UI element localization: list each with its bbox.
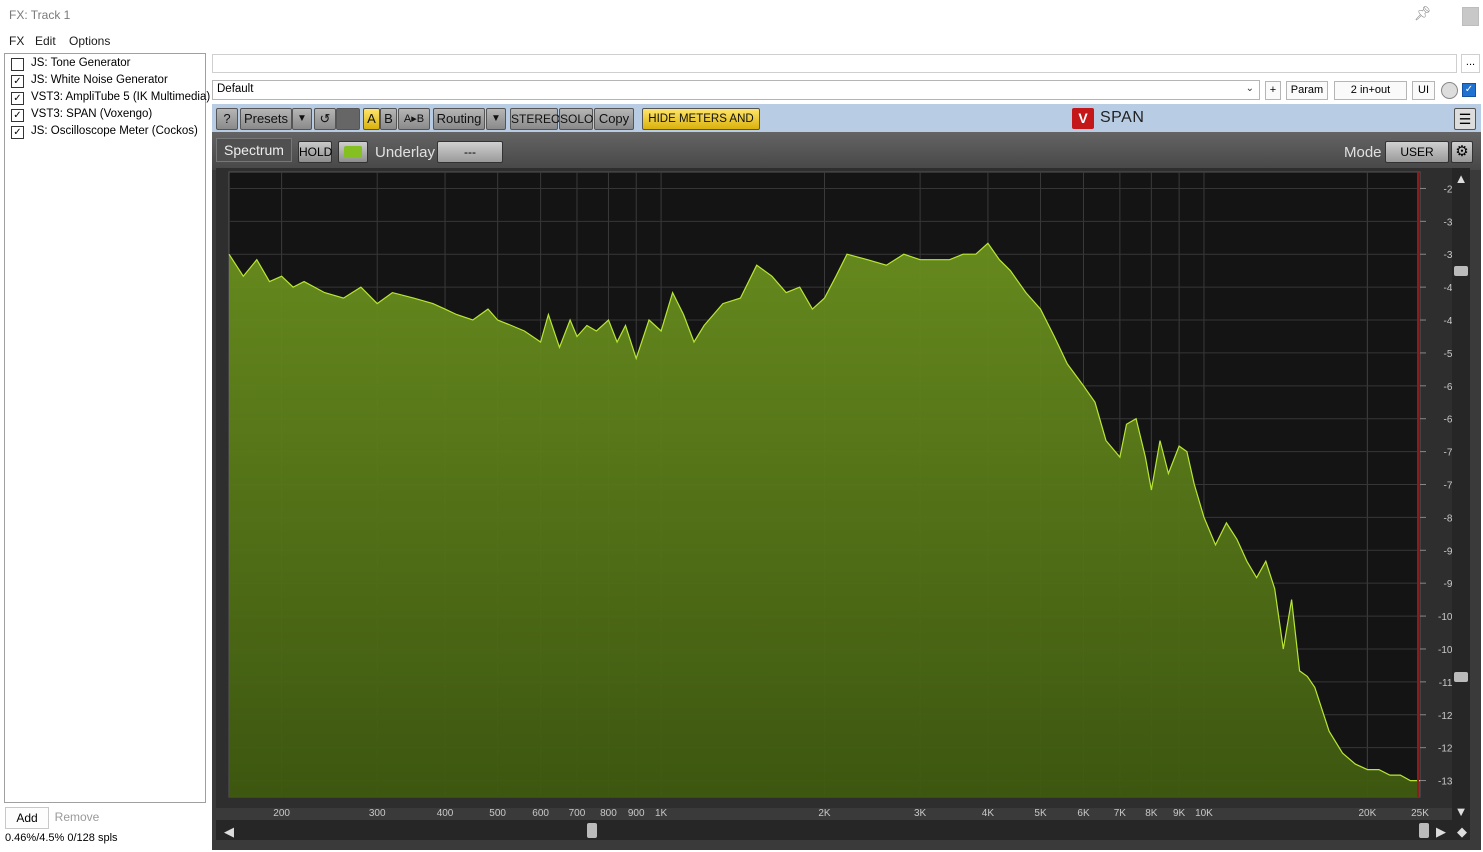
x-tick-label: 3K	[914, 808, 927, 819]
wet-knob-icon[interactable]	[1441, 82, 1458, 99]
window-button[interactable]	[1462, 7, 1479, 26]
x-tick-label: 25K	[1411, 808, 1429, 819]
x-tick-label: 600	[532, 808, 549, 819]
menu-fx[interactable]: FX	[9, 34, 24, 48]
range-handle-right[interactable]	[1419, 823, 1429, 838]
preset-value: Default	[217, 83, 254, 95]
x-tick-label: 2K	[818, 808, 831, 819]
fx-enable-checkbox[interactable]	[11, 58, 24, 71]
chevron-down-icon: ⌄	[1245, 83, 1254, 94]
x-tick-label: 200	[273, 808, 290, 819]
fx-enable-checkbox[interactable]: ✓	[11, 126, 24, 139]
add-fx-button[interactable]: Add	[5, 807, 49, 829]
title-bar: FX: Track 1 📌︎	[0, 0, 1483, 31]
plugin-search-field[interactable]	[212, 54, 1457, 73]
x-tick-label: 1K	[655, 808, 668, 819]
fx-item-label: VST3: SPAN (Voxengo)	[31, 108, 153, 120]
scroll-left-icon[interactable]: ◀	[224, 824, 234, 839]
scroll-right-icon[interactable]: ▶	[1436, 824, 1446, 839]
cpu-status: 0.46%/4.5% 0/128 spls	[5, 832, 118, 844]
menu-edit[interactable]: Edit	[35, 34, 56, 48]
range-handle-bottom[interactable]	[1454, 672, 1468, 682]
remove-fx-button[interactable]: Remove	[52, 807, 102, 827]
zoom-reset-icon[interactable]: ◆	[1457, 824, 1467, 839]
x-tick-label: 5K	[1034, 808, 1047, 819]
x-tick-label: 800	[600, 808, 617, 819]
x-tick-label: 700	[569, 808, 586, 819]
x-tick-label: 9K	[1173, 808, 1186, 819]
param-button[interactable]: Param	[1286, 81, 1328, 100]
preset-dropdown[interactable]: Default ⌄	[212, 80, 1260, 100]
x-tick-label: 900	[628, 808, 645, 819]
scroll-down-icon[interactable]: ▼	[1455, 804, 1468, 819]
x-tick-label: 4K	[982, 808, 995, 819]
fx-enable-checkbox[interactable]: ✓	[11, 75, 24, 88]
fx-enable-checkbox[interactable]: ✓	[11, 109, 24, 122]
fx-item-label: JS: White Noise Generator	[31, 74, 168, 86]
bypass-checkbox[interactable]: ✓	[1462, 83, 1476, 97]
x-tick-label: 500	[489, 808, 506, 819]
horizontal-scrollbar	[216, 820, 1470, 840]
menu-options[interactable]: Options	[69, 34, 110, 48]
x-tick-label: 300	[369, 808, 386, 819]
window-title: FX: Track 1	[9, 8, 71, 22]
x-tick-label: 8K	[1145, 808, 1158, 819]
fx-item-label: JS: Tone Generator	[31, 57, 131, 69]
range-handle-top[interactable]	[1454, 266, 1468, 276]
fx-item-label: JS: Oscilloscope Meter (Cockos)	[31, 125, 198, 137]
pin-icon[interactable]: 📌︎	[1414, 5, 1432, 23]
x-tick-label: 6K	[1077, 808, 1090, 819]
menu-bar: FX Edit Options	[0, 31, 1483, 51]
scroll-up-icon[interactable]: ▲	[1455, 171, 1468, 186]
fx-chain-list[interactable]: JS: Tone Generator ✓ JS: White Noise Gen…	[4, 53, 210, 803]
spectrum-display[interactable]: -24-30-36-42-48-54-60-66-72-78-84-90-96-…	[212, 104, 1481, 850]
io-button[interactable]: 2 in+out	[1334, 81, 1407, 100]
span-plugin: ? Presets ▼ ↺ A B A▸B Routing ▼ STEREO S…	[212, 104, 1481, 850]
ui-button[interactable]: UI	[1412, 81, 1435, 100]
add-preset-button[interactable]: +	[1265, 81, 1281, 100]
vertical-scrollbar	[1452, 168, 1470, 820]
fx-item-label: VST3: AmpliTube 5 (IK Multimedia)	[31, 91, 211, 103]
x-tick-label: 7K	[1114, 808, 1127, 819]
more-button[interactable]: ...	[1461, 54, 1480, 73]
range-handle-left[interactable]	[587, 823, 597, 838]
x-tick-label: 10K	[1195, 808, 1213, 819]
x-tick-label: 400	[437, 808, 454, 819]
fx-enable-checkbox[interactable]: ✓	[11, 92, 24, 105]
x-tick-label: 20K	[1358, 808, 1376, 819]
